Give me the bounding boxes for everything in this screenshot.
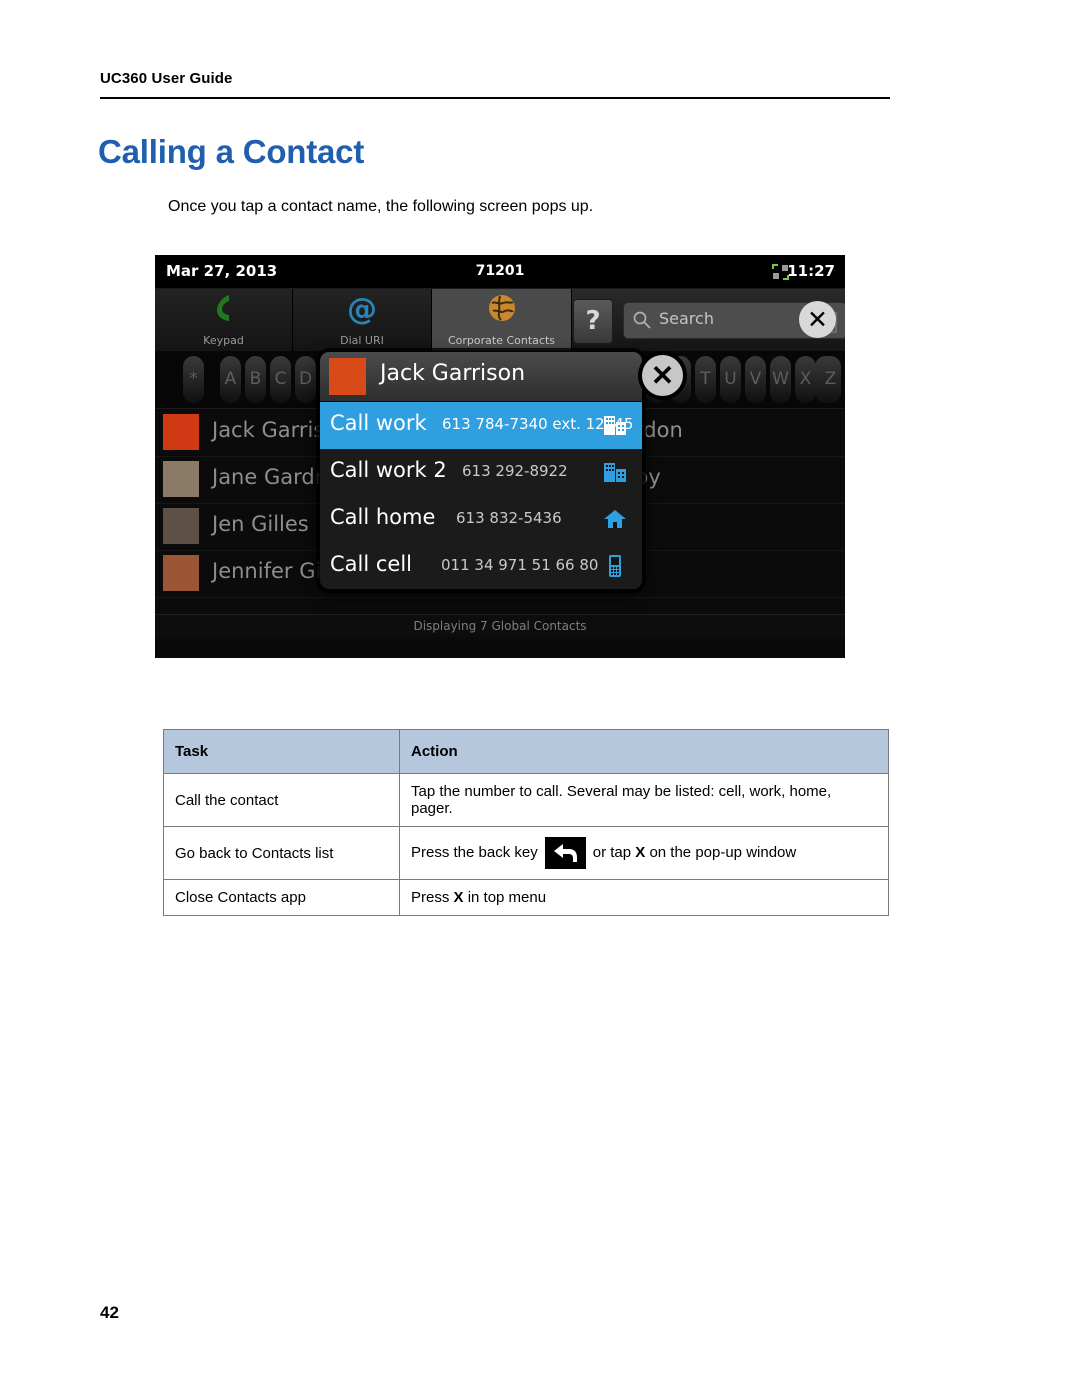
- table-row: Close Contacts app Press X in top menu: [163, 879, 889, 916]
- search-placeholder: Search: [659, 309, 714, 328]
- intro-paragraph: Once you tap a contact name, the followi…: [168, 198, 594, 215]
- status-clock: 11:27: [787, 262, 835, 280]
- call-option-label: Call home: [330, 505, 436, 529]
- call-option-label: Call work: [330, 411, 427, 435]
- action-text-before: Press the back key: [411, 843, 538, 861]
- table-header-task: Task: [163, 729, 400, 774]
- handset-icon: [155, 293, 292, 327]
- avatar: [163, 414, 199, 450]
- alpha-key-c[interactable]: C: [270, 356, 291, 403]
- alpha-key-t[interactable]: T: [695, 356, 716, 403]
- task-action-table: Task Action Call the contact Tap the num…: [163, 729, 889, 916]
- globe-icon: [432, 293, 571, 327]
- alpha-key-w[interactable]: W: [770, 356, 791, 403]
- call-option-number: 613 832-5436: [456, 509, 562, 527]
- call-option-number: 011 34 971 51 66 80: [441, 556, 599, 574]
- alpha-key-z[interactable]: Z: [820, 356, 841, 403]
- status-text: Displaying 7 Global Contacts: [155, 614, 845, 637]
- back-key-icon: [544, 837, 586, 869]
- action-bold-x: X: [635, 843, 646, 861]
- table-cell-task: Close Contacts app: [163, 879, 400, 916]
- table-header-action: Action: [399, 729, 889, 774]
- contact-name: Jen Gilles: [212, 512, 309, 536]
- table-row: Go back to Contacts list Press the back …: [163, 826, 889, 880]
- call-option-label: Call work 2: [330, 458, 447, 482]
- tab-corporate-contacts-label: Corporate Contacts: [447, 334, 555, 347]
- action-text-after: or tap: [592, 843, 636, 861]
- tab-dial-uri-label: Dial URI: [340, 334, 384, 347]
- call-option-label: Call cell: [330, 552, 413, 576]
- running-header-title: UC360 User Guide: [100, 70, 233, 87]
- action-text-before: Press: [411, 889, 454, 906]
- action-text-tail: on the pop-up window: [645, 843, 797, 861]
- popup-close-button[interactable]: ✕: [642, 355, 683, 396]
- table-cell-action: Press X in top menu: [399, 879, 889, 916]
- buildings-icon: [603, 413, 627, 437]
- status-extension: 71201: [475, 263, 525, 279]
- avatar: [329, 358, 366, 395]
- header-rule: [100, 97, 890, 99]
- tab-corporate-contacts[interactable]: Corporate Contacts: [432, 289, 572, 353]
- page-number: 42: [100, 1303, 119, 1322]
- at-sign-icon: @: [347, 292, 377, 327]
- table-cell-task: Call the contact: [163, 773, 400, 827]
- tab-dial-uri[interactable]: @ Dial URI: [293, 289, 432, 351]
- help-button[interactable]: ?: [573, 299, 613, 344]
- close-app-button[interactable]: ✕: [799, 301, 836, 338]
- alpha-key-star[interactable]: *: [183, 356, 204, 403]
- call-option-work[interactable]: Call work 613 784-7340 ext. 12345: [320, 402, 642, 449]
- alpha-key-d[interactable]: D: [295, 356, 316, 403]
- call-option-cell[interactable]: Call cell 011 34 971 51 66 80: [320, 543, 642, 589]
- avatar: [163, 508, 199, 544]
- alpha-key-x[interactable]: X: [795, 356, 816, 403]
- action-text-after: in top menu: [463, 889, 547, 906]
- tab-bar: Keypad @ Dial URI Corporate Contacts ? S…: [155, 289, 845, 353]
- action-bold-x: X: [453, 889, 464, 906]
- house-icon: [603, 507, 627, 531]
- status-bar: Mar 27, 2013 71201 11:27: [155, 255, 845, 289]
- running-header: UC360 User Guide: [100, 70, 890, 99]
- table-cell-action: Tap the number to call. Several may be l…: [399, 773, 889, 827]
- buildings-icon: [603, 460, 627, 484]
- page-title: Calling a Contact: [98, 133, 365, 170]
- popup-contact-name: Jack Garrison: [380, 361, 526, 386]
- avatar: [163, 461, 199, 497]
- call-options-popup: Jack Garrison Call work 613 784-7340 ext…: [320, 352, 642, 589]
- contact-name-col2: rdon: [635, 418, 683, 442]
- avatar: [163, 555, 199, 591]
- alpha-key-b[interactable]: B: [245, 356, 266, 403]
- tab-keypad[interactable]: Keypad: [155, 289, 293, 351]
- alpha-key-a[interactable]: A: [220, 356, 241, 403]
- table-cell-task: Go back to Contacts list: [163, 826, 400, 880]
- alpha-key-v[interactable]: V: [745, 356, 766, 403]
- table-cell-action: Press the back key or tap X on the pop-up…: [399, 826, 889, 880]
- call-option-work-2[interactable]: Call work 2 613 292-8922: [320, 449, 642, 496]
- magnifier-icon: [632, 310, 652, 330]
- alpha-key-u[interactable]: U: [720, 356, 741, 403]
- call-option-number: 613 292-8922: [462, 462, 568, 480]
- call-option-home[interactable]: Call home 613 832-5436: [320, 496, 642, 543]
- table-row: Call the contact Tap the number to call.…: [163, 773, 889, 827]
- phone-screenshot: Mar 27, 2013 71201 11:27 Keypad @ Dial U…: [155, 255, 845, 658]
- popup-header: Jack Garrison: [320, 352, 642, 402]
- mobile-phone-icon: [603, 554, 627, 578]
- table-header-row: Task Action: [163, 729, 889, 774]
- tab-keypad-label: Keypad: [203, 334, 244, 347]
